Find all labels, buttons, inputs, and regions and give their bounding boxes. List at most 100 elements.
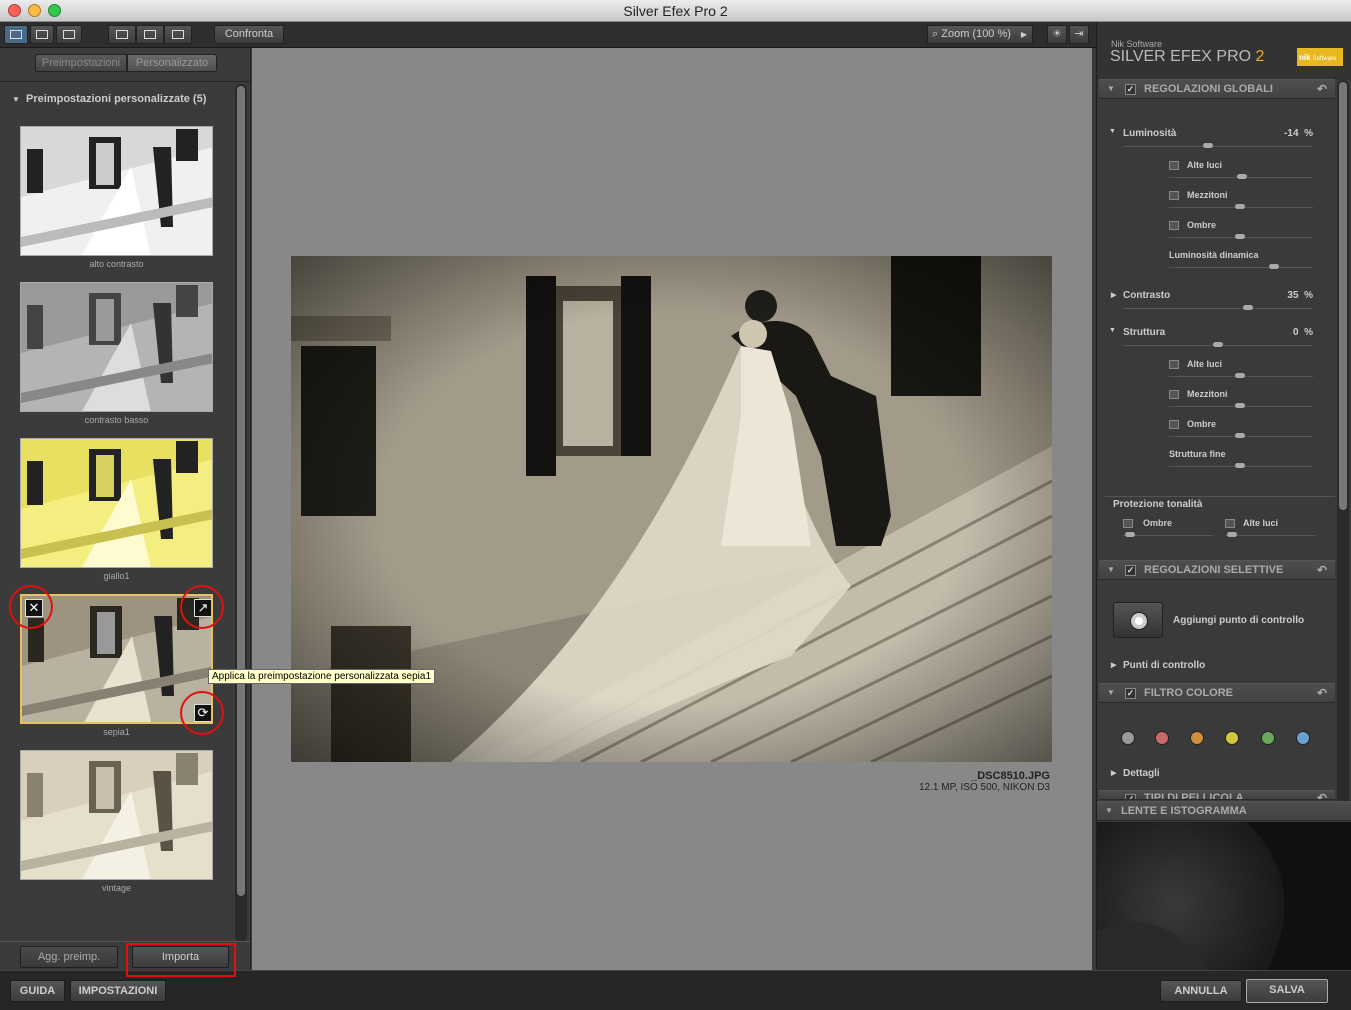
filter-neutral-swatch[interactable] bbox=[1121, 731, 1135, 745]
annotation-box-import bbox=[126, 943, 236, 977]
structure-midtones-slider[interactable] bbox=[1169, 403, 1313, 408]
slider-knob[interactable] bbox=[1235, 234, 1245, 239]
main-photo bbox=[291, 256, 1052, 762]
split-view-button[interactable] bbox=[136, 25, 164, 44]
filter-green-swatch[interactable] bbox=[1261, 731, 1275, 745]
custom-presets-header[interactable]: ▼ Preimpostazioni personalizzate (5) bbox=[12, 93, 206, 105]
slider-knob[interactable] bbox=[1203, 143, 1213, 148]
global-adjustments-header[interactable]: ▼ ✓ REGOLAZIONI GLOBALI ↶ bbox=[1099, 79, 1335, 99]
slider-knob[interactable] bbox=[1243, 305, 1253, 310]
triangle-down-icon[interactable]: ▼ bbox=[1109, 128, 1116, 135]
save-button[interactable]: SALVA bbox=[1246, 979, 1328, 1003]
protect-highlights-checkbox[interactable] bbox=[1225, 519, 1235, 528]
filter-yellow-swatch[interactable] bbox=[1225, 731, 1239, 745]
adjustments-scrollbar[interactable] bbox=[1337, 80, 1349, 820]
scrollbar-thumb[interactable] bbox=[1339, 82, 1347, 510]
slider-knob[interactable] bbox=[1213, 342, 1223, 347]
triangle-right-icon[interactable]: ▶ bbox=[1111, 291, 1116, 299]
view-history-button[interactable] bbox=[56, 25, 82, 44]
preset-preview-image bbox=[21, 127, 212, 255]
preset-thumbnail-vintage[interactable] bbox=[20, 750, 213, 880]
slider-knob[interactable] bbox=[1235, 463, 1245, 468]
triangle-right-icon[interactable]: ▶ bbox=[1111, 661, 1116, 669]
brightness-slider[interactable] bbox=[1123, 143, 1313, 148]
reset-icon[interactable]: ↶ bbox=[1317, 684, 1327, 702]
slider-knob[interactable] bbox=[1235, 204, 1245, 209]
film-types-enable-checkbox[interactable]: ✓ bbox=[1125, 794, 1136, 799]
zoom-window-icon[interactable] bbox=[48, 4, 61, 17]
preset-thumbnail-contrasto-basso[interactable] bbox=[20, 282, 213, 412]
slider-knob[interactable] bbox=[1227, 532, 1237, 537]
slider-knob[interactable] bbox=[1269, 264, 1279, 269]
tab-custom[interactable]: Personalizzato bbox=[127, 54, 217, 72]
add-preset-button[interactable]: Agg. preimp. bbox=[20, 946, 118, 968]
highlights-checkbox[interactable] bbox=[1169, 161, 1179, 170]
reset-icon[interactable]: ↶ bbox=[1317, 791, 1327, 799]
structure-midtones-checkbox[interactable] bbox=[1169, 390, 1179, 399]
settings-button[interactable]: IMPOSTAZIONI bbox=[70, 980, 166, 1002]
protect-shadows-checkbox[interactable] bbox=[1123, 519, 1133, 528]
adjustments-panel: Nik Software SILVER EFEX PRO 2 nik Softwa… bbox=[1096, 22, 1351, 970]
image-meta: 12.1 MP, ISO 500, NIKON D3 bbox=[919, 782, 1050, 793]
triangle-down-icon: ▼ bbox=[1107, 565, 1115, 574]
triangle-down-icon[interactable]: ▼ bbox=[1109, 327, 1116, 334]
selective-enable-checkbox[interactable]: ✓ bbox=[1125, 565, 1136, 576]
color-filter-enable-checkbox[interactable]: ✓ bbox=[1125, 688, 1136, 699]
structure-shadows-checkbox[interactable] bbox=[1169, 420, 1179, 429]
cancel-button[interactable]: ANNULLA bbox=[1160, 980, 1242, 1002]
structure-slider[interactable] bbox=[1123, 342, 1313, 347]
single-view-button[interactable] bbox=[108, 25, 136, 44]
scrollbar-thumb[interactable] bbox=[237, 86, 245, 896]
side-by-side-button[interactable] bbox=[164, 25, 192, 44]
help-button[interactable]: GUIDA bbox=[10, 980, 65, 1002]
filter-red-swatch[interactable] bbox=[1155, 731, 1169, 745]
shadows-checkbox[interactable] bbox=[1169, 221, 1179, 230]
add-control-point-button[interactable] bbox=[1113, 602, 1163, 638]
shadows-slider[interactable] bbox=[1169, 234, 1313, 239]
structure-shadows-slider[interactable] bbox=[1169, 433, 1313, 438]
slider-knob[interactable] bbox=[1235, 373, 1245, 378]
add-control-point-label[interactable]: Aggiungi punto di controllo bbox=[1173, 615, 1304, 626]
midtones-checkbox[interactable] bbox=[1169, 191, 1179, 200]
reset-icon[interactable]: ↶ bbox=[1317, 561, 1327, 579]
selective-adjustments-header[interactable]: ▼ ✓ REGOLAZIONI SELETTIVE ↶ bbox=[1099, 560, 1335, 580]
presets-scrollbar[interactable] bbox=[235, 84, 247, 942]
zoom-label: Zoom (100 %) bbox=[941, 28, 1011, 40]
global-enable-checkbox[interactable]: ✓ bbox=[1125, 84, 1136, 95]
zoom-dropdown[interactable]: ⌕ Zoom (100 %) ▶ bbox=[927, 25, 1033, 44]
slider-knob[interactable] bbox=[1237, 174, 1247, 179]
view-browser-button[interactable] bbox=[4, 25, 28, 44]
reset-icon[interactable]: ↶ bbox=[1317, 80, 1327, 98]
structure-highlights-checkbox[interactable] bbox=[1169, 360, 1179, 369]
loupe-preview bbox=[1097, 822, 1351, 970]
filter-orange-swatch[interactable] bbox=[1190, 731, 1204, 745]
compare-button[interactable]: Confronta bbox=[214, 25, 284, 44]
structure-highlights-slider[interactable] bbox=[1169, 373, 1313, 378]
image-viewer[interactable]: _DSC8510.JPG 12.1 MP, ISO 500, NIKON D3 bbox=[252, 48, 1092, 970]
exit-fullscreen-button[interactable]: ⇥ bbox=[1069, 25, 1089, 44]
close-window-icon[interactable] bbox=[8, 4, 21, 17]
minimize-window-icon[interactable] bbox=[28, 4, 41, 17]
midtones-slider[interactable] bbox=[1169, 204, 1313, 209]
fine-structure-slider[interactable] bbox=[1169, 463, 1313, 468]
contrast-slider[interactable] bbox=[1123, 305, 1313, 310]
color-filter-header[interactable]: ▼ ✓ FILTRO COLORE ↶ bbox=[1099, 683, 1335, 703]
triangle-right-icon[interactable]: ▶ bbox=[1111, 769, 1116, 777]
tab-presets[interactable]: Preimpostazioni bbox=[35, 54, 127, 72]
slider-knob[interactable] bbox=[1235, 403, 1245, 408]
details-label[interactable]: Dettagli bbox=[1123, 768, 1160, 779]
highlights-slider[interactable] bbox=[1169, 174, 1313, 179]
protect-shadows-slider[interactable] bbox=[1123, 532, 1213, 537]
loupe-histogram-header[interactable]: ▼ LENTE E ISTOGRAMMA bbox=[1097, 801, 1351, 821]
slider-knob[interactable] bbox=[1235, 433, 1245, 438]
protect-highlights-slider[interactable] bbox=[1225, 532, 1315, 537]
preset-thumbnail-giallo1[interactable] bbox=[20, 438, 213, 568]
control-points-label[interactable]: Punti di controllo bbox=[1123, 660, 1205, 671]
background-light-button[interactable]: ☀ bbox=[1047, 25, 1067, 44]
slider-knob[interactable] bbox=[1125, 532, 1135, 537]
preset-thumbnail-alto-contrasto[interactable] bbox=[20, 126, 213, 256]
filter-blue-swatch[interactable] bbox=[1296, 731, 1310, 745]
dynamic-brightness-slider[interactable] bbox=[1169, 264, 1313, 269]
film-types-header[interactable]: ✓ TIPI DI PELLICOLA ↶ bbox=[1099, 790, 1335, 800]
view-grid-button[interactable] bbox=[30, 25, 54, 44]
